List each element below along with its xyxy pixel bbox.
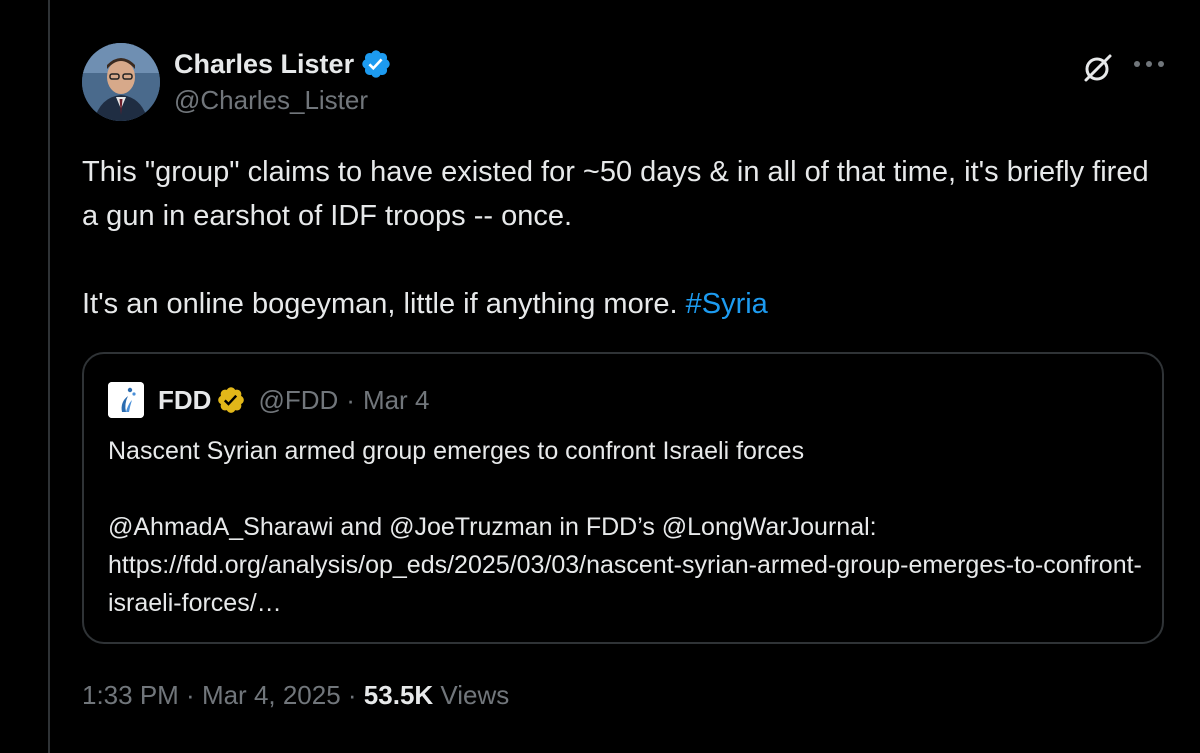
meta-separator: · [178,680,202,710]
author-handle[interactable]: @Charles_Lister [174,85,368,116]
author-name-row: Charles Lister [174,48,392,80]
quoted-separator: · [346,384,355,415]
tweet-date[interactable]: Mar 4, 2025 [202,680,341,711]
more-icon[interactable] [1130,50,1168,78]
tweet-text: This "group" claims to have existed for … [82,150,1172,326]
quoted-tweet-title: Nascent Syrian armed group emerges to co… [108,437,805,465]
views-label: Views [433,680,510,710]
tweet-time[interactable]: 1:33 PM [82,680,179,711]
quoted-author-name[interactable]: FDD [158,385,211,416]
verified-badge-icon [362,50,390,78]
quoted-date[interactable]: Mar 4 [363,385,429,416]
author-name[interactable]: Charles Lister [174,49,354,80]
quoted-author-handle[interactable]: @FDD [258,385,338,416]
tweet-meta: 1:33 PM · Mar 4, 2025 · 53.5K Views [82,680,509,711]
avatar[interactable] [82,43,160,121]
grok-icon[interactable] [1082,52,1114,84]
quoted-tweet-body: @AhmadA_Sharawi and @JoeTruzman in FDD’s… [108,513,1142,617]
fdd-logo-icon[interactable] [108,382,144,418]
quoted-tweet-header: FDD @FDD · Mar 4 [108,382,429,418]
tweet-text-line-2-body: It's an online bogeyman, little if anyth… [82,288,686,320]
thread-divider [48,0,50,753]
verified-org-badge-icon [218,387,245,413]
tweet-text-line-1: This "group" claims to have existed for … [82,156,1149,232]
quoted-tweet-card[interactable]: FDD @FDD · Mar 4 Nascent Syrian armed gr… [82,352,1164,644]
hashtag-link[interactable]: #Syria [686,288,768,320]
tweet-text-line-2: It's an online bogeyman, little if anyth… [82,282,1172,326]
quoted-tweet-text: Nascent Syrian armed group emerges to co… [108,432,1148,622]
meta-separator-2: · [340,680,364,710]
views-count[interactable]: 53.5K [364,680,433,711]
